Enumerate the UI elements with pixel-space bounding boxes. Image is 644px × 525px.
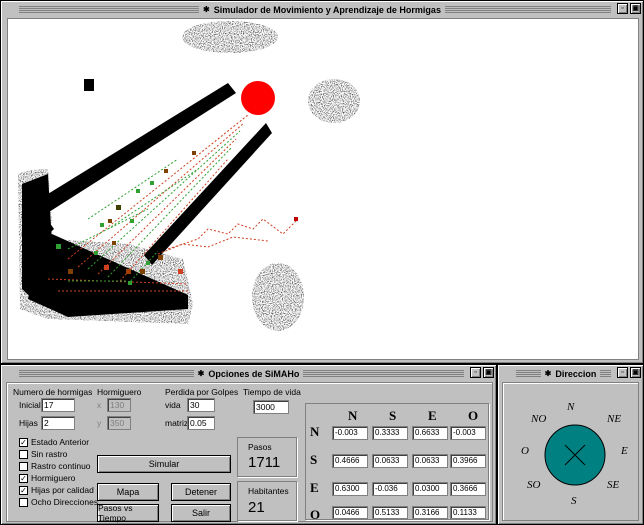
checkbox-anthill[interactable]: ✓ Hormiguero (19, 473, 75, 483)
matrix-cell[interactable]: 0.0300 (412, 482, 448, 496)
inhabitants-value: 21 (248, 499, 265, 516)
checkbox-eight-directions[interactable]: Ocho Direcciones (19, 497, 98, 507)
matrix-col-e: E (428, 408, 437, 423)
direction-window: ✱ Direccion ▫ ▣ N NE E SE S SO O NO (497, 364, 644, 525)
simulation-window: ✱ Simulador de Movimiento y Aprendizaje d… (0, 0, 644, 364)
compass-ne: NE (607, 413, 622, 425)
stop-button[interactable]: Detener (171, 483, 231, 501)
checkbox-continuous-trail[interactable]: Rastro continuo (19, 461, 91, 471)
anthill-x-label: x (97, 400, 102, 410)
map-button[interactable]: Mapa (97, 483, 159, 501)
matrix-cell[interactable]: 0.3666 (450, 482, 486, 496)
pin-icon[interactable]: ✱ (545, 369, 552, 378)
options-window: ✱ Opciones de SiMAHo ▫ ▣ Numero de hormig… (0, 364, 497, 525)
direction-titlebar[interactable]: ✱ Direccion ▫ ▣ (500, 367, 641, 380)
matrix-cell[interactable]: -0.003 (332, 426, 368, 440)
nest-icon (241, 81, 275, 115)
simulate-button[interactable]: Simular (97, 455, 231, 473)
exit-button[interactable]: Salir (171, 504, 231, 522)
maximize-button[interactable]: ▣ (483, 367, 494, 378)
children-input[interactable]: 2 (41, 416, 75, 430)
compass-so: SO (527, 479, 541, 491)
ant-map (18, 21, 360, 331)
steps-group: Pasos 1711 (237, 437, 297, 477)
anthill-y-input[interactable]: 350 (107, 416, 131, 430)
lifetime-input[interactable]: 3000 (253, 400, 289, 414)
matrix-loss-input[interactable]: 0.05 (187, 416, 215, 430)
probability-matrix: N S E O N S E O -0.003 0.3333 0.6633 -0.… (305, 403, 489, 522)
compass-o: O (521, 445, 529, 457)
matrix-cell[interactable]: 0.6633 (412, 426, 448, 440)
compass-dial-icon (544, 424, 606, 486)
hit-loss-heading: Perdida por Golpes (165, 387, 239, 397)
obstacle-lower-bar (144, 123, 272, 265)
maximize-button[interactable]: ▣ (630, 3, 641, 14)
life-input[interactable]: 30 (187, 398, 215, 412)
simulation-titlebar[interactable]: ✱ Simulador de Movimiento y Aprendizaje d… (3, 3, 641, 16)
matrix-cell[interactable]: 0.3166 (412, 506, 448, 519)
matrix-label: matriz (165, 418, 189, 428)
anthill-heading: Hormiguero (97, 387, 142, 397)
matrix-col-n: N (348, 408, 358, 423)
obstacle-small (84, 79, 94, 91)
options-title: Opciones de SiMAHo (208, 368, 300, 379)
simulation-title: Simulador de Movimiento y Aprendizaje de… (213, 4, 441, 15)
matrix-row-o: O (310, 507, 321, 522)
steps-value: 1711 (248, 454, 281, 471)
matrix-cell[interactable]: 0.0633 (412, 454, 448, 468)
checkbox-previous-state[interactable]: ✓ Estado Anterior (19, 437, 89, 447)
children-label: Hijas (19, 418, 38, 428)
matrix-row-e: E (310, 480, 319, 495)
maximize-button[interactable]: ▣ (630, 367, 641, 378)
options-titlebar[interactable]: ✱ Opciones de SiMAHo ▫ ▣ (3, 367, 494, 380)
matrix-cell[interactable]: 0.1133 (450, 506, 486, 519)
anthill-x-input[interactable]: 130 (107, 398, 131, 412)
matrix-col-s: S (389, 408, 397, 423)
lifetime-heading: Tiempo de vida (243, 387, 301, 397)
simulation-canvas[interactable] (7, 18, 639, 360)
direction-title: Direccion (555, 368, 597, 379)
compass-se: SE (607, 479, 620, 491)
matrix-cell[interactable]: 0.5133 (372, 506, 408, 519)
matrix-cell[interactable]: 0.0633 (372, 454, 408, 468)
matrix-row-s: S (310, 452, 318, 467)
matrix-cell[interactable]: 0.3966 (450, 454, 486, 468)
compass-panel: N NE E SE S SO O NO (502, 382, 639, 521)
minimize-button[interactable]: ▫ (617, 367, 628, 378)
anthill-y-label: y (97, 418, 102, 428)
matrix-cell[interactable]: 0.0466 (332, 506, 368, 519)
checkbox-no-trail[interactable]: Sin rastro (19, 449, 67, 459)
inhabitants-label: Habitantes (248, 486, 289, 496)
matrix-cell[interactable]: -0.036 (372, 482, 408, 496)
initial-label: Inicial (19, 400, 41, 410)
matrix-cell[interactable]: -0.003 (450, 426, 486, 440)
compass-s: S (571, 495, 577, 507)
matrix-row-n: N (310, 424, 320, 439)
pin-icon[interactable]: ✱ (198, 369, 205, 378)
matrix-col-o: O (468, 408, 479, 423)
matrix-cell[interactable]: 0.3333 (372, 426, 408, 440)
inhabitants-group: Habitantes 21 (237, 481, 297, 521)
minimize-button[interactable]: ▫ (470, 367, 481, 378)
num-ants-heading: Numero de hormigas (13, 387, 93, 397)
pin-icon[interactable]: ✱ (203, 5, 210, 14)
checkbox-children-by-quality[interactable]: ✓ Hijas por calidad (19, 485, 94, 495)
life-label: vida (165, 400, 181, 410)
minimize-button[interactable]: ▫ (617, 3, 628, 14)
steps-vs-time-button[interactable]: Pasos vs Tiempo (97, 503, 159, 523)
initial-ants-input[interactable]: 17 (41, 398, 75, 412)
matrix-cell[interactable]: 0.6300 (332, 482, 368, 496)
compass-n: N (567, 401, 575, 413)
compass-e: E (621, 445, 628, 457)
options-panel: Numero de hormigas Inicial 17 Hijas 2 Ho… (6, 382, 493, 523)
matrix-cell[interactable]: 0.4666 (332, 454, 368, 468)
steps-label: Pasos (248, 442, 272, 452)
